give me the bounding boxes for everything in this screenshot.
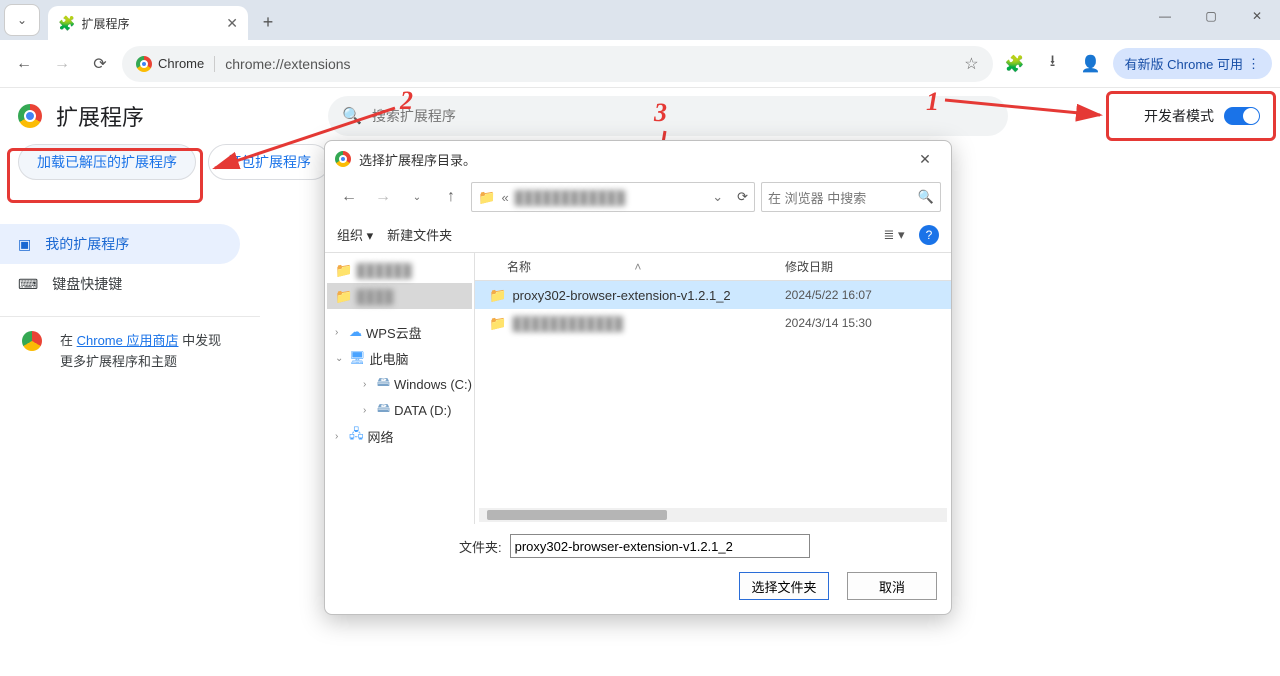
cancel-button[interactable]: 取消 [847, 572, 937, 600]
search-icon: 🔍 [342, 106, 362, 126]
tree-item-windows-c[interactable]: ›🖴Windows (C:) [327, 371, 472, 397]
extensions-search[interactable]: 🔍 [328, 96, 1008, 136]
help-icon[interactable]: ? [919, 225, 939, 245]
extensions-sidebar: ▣ 我的扩展程序 ⌨ 键盘快捷键 在 Chrome 应用商店 中发现 更多扩展程… [0, 224, 260, 373]
folder-picker-dialog: 选择扩展程序目录。 ✕ ← → ⌄ ↑ 📁 « ████████████ ⌄ ⟳… [324, 140, 952, 615]
tree-item-network[interactable]: ›🖧网络 [327, 423, 472, 449]
annotation-number-3: 3 [654, 98, 667, 128]
back-button[interactable]: ← [8, 48, 40, 80]
chrome-web-store-link[interactable]: Chrome 应用商店 [77, 333, 179, 348]
folder-icon: 📁 [489, 315, 506, 332]
dialog-search[interactable]: 在 浏览器 中搜索 🔍 [761, 182, 941, 212]
sidebar-store-link: 在 Chrome 应用商店 中发现 更多扩展程序和主题 [0, 316, 260, 373]
extensions-icon[interactable]: 🧩 [999, 48, 1031, 80]
tree-item-data-d[interactable]: ›🖴DATA (D:) [327, 397, 472, 423]
stack-icon: ▣ [18, 236, 31, 253]
update-chip-label: 有新版 Chrome 可用 [1125, 54, 1243, 73]
dialog-toolbar: 组织 ▾ 新建文件夹 ≣ ▾ ? [325, 217, 951, 253]
site-chip: Chrome [136, 56, 215, 72]
sidebar-item-shortcuts[interactable]: ⌨ 键盘快捷键 [0, 264, 260, 304]
refresh-icon[interactable]: ⟳ [737, 189, 748, 205]
sidebar-item-my-extensions[interactable]: ▣ 我的扩展程序 [0, 224, 240, 264]
organize-menu[interactable]: 组织 ▾ [337, 225, 373, 244]
dialog-nav-row: ← → ⌄ ↑ 📁 « ████████████ ⌄ ⟳ 在 浏览器 中搜索 🔍 [325, 177, 951, 217]
address-bar[interactable]: Chrome chrome://extensions ☆ [122, 46, 993, 82]
tree-item-wps[interactable]: ›☁WPS云盘 [327, 319, 472, 345]
folder-label: 文件夹: [459, 537, 502, 556]
chrome-logo-icon [335, 151, 351, 167]
tree-item-selected[interactable]: 📁████ [327, 283, 472, 309]
tab-title: 扩展程序 [81, 15, 226, 32]
dialog-up-button[interactable]: ↑ [437, 183, 465, 211]
chrome-logo-icon [136, 56, 152, 72]
browser-toolbar: ← → ⟳ Chrome chrome://extensions ☆ 🧩 ⭳ 👤… [0, 40, 1280, 88]
col-date[interactable]: 修改日期 [785, 258, 951, 275]
dialog-titlebar: 选择扩展程序目录。 ✕ [325, 141, 951, 177]
file-date: 2024/3/14 15:30 [785, 316, 951, 330]
new-folder-button[interactable]: 新建文件夹 [387, 225, 452, 244]
window-close-button[interactable]: ✕ [1234, 0, 1280, 32]
select-folder-button[interactable]: 选择文件夹 [739, 572, 829, 600]
folder-name-input[interactable] [510, 534, 810, 558]
tab-close-icon[interactable]: ✕ [226, 15, 238, 32]
pack-extension-button[interactable]: 打包扩展程序 [208, 144, 330, 180]
file-name-redacted: ████████████ [512, 316, 623, 331]
window-maximize-button[interactable]: ▢ [1188, 0, 1234, 32]
keyboard-icon: ⌨ [18, 276, 38, 293]
chrome-logo-icon [22, 331, 42, 351]
browser-tab[interactable]: 🧩 扩展程序 ✕ [48, 6, 248, 40]
dialog-title: 选择扩展程序目录。 [359, 150, 901, 169]
tree-item-pc[interactable]: ⌄🖥此电脑 [327, 345, 472, 371]
folder-icon: 📁 [489, 287, 506, 304]
dialog-recent-dropdown[interactable]: ⌄ [403, 183, 431, 211]
file-date: 2024/5/22 16:07 [785, 288, 951, 302]
file-list-header: 名称 ˄ 修改日期 [475, 253, 951, 281]
downloads-icon[interactable]: ⭳ [1037, 48, 1069, 80]
dialog-path-bar[interactable]: 📁 « ████████████ ⌄ ⟳ [471, 182, 755, 212]
reload-button[interactable]: ⟳ [84, 48, 116, 80]
dialog-forward-button[interactable]: → [369, 183, 397, 211]
search-icon: 🔍 [918, 189, 934, 205]
folder-tree: 📁██████ 📁████ ›☁WPS云盘 ⌄🖥此电脑 ›🖴Windows (C… [325, 253, 475, 524]
file-row[interactable]: 📁 ████████████ 2024/3/14 15:30 [475, 309, 951, 337]
dialog-back-button[interactable]: ← [335, 183, 363, 211]
window-minimize-button[interactable]: — [1142, 0, 1188, 32]
dialog-close-button[interactable]: ✕ [909, 145, 941, 173]
extensions-header: 扩展程序 🔍 开发者模式 [0, 88, 1280, 144]
sidebar-item-label: 我的扩展程序 [45, 234, 129, 254]
sidebar-item-label: 键盘快捷键 [52, 274, 122, 294]
forward-button[interactable]: → [46, 48, 78, 80]
profile-avatar-icon[interactable]: 👤 [1075, 48, 1107, 80]
developer-mode-label: 开发者模式 [1144, 106, 1214, 126]
annotation-number-2: 2 [400, 86, 413, 116]
chrome-logo-icon [18, 104, 42, 128]
tab-list-dropdown[interactable]: ⌄ [4, 4, 40, 36]
dialog-footer: 文件夹: 选择文件夹 取消 [325, 524, 951, 614]
file-name: proxy302-browser-extension-v1.2.1_2 [512, 288, 730, 303]
col-name[interactable]: 名称 ˄ [475, 258, 785, 275]
new-tab-button[interactable]: + [254, 8, 282, 36]
bookmark-star-icon[interactable]: ☆ [964, 54, 978, 74]
puzzle-icon: 🧩 [58, 15, 75, 32]
site-chip-label: Chrome [158, 56, 204, 71]
url-text: chrome://extensions [225, 56, 954, 72]
developer-mode-toggle[interactable] [1224, 107, 1260, 125]
tree-item[interactable]: 📁██████ [327, 257, 472, 283]
extensions-search-input[interactable] [372, 108, 994, 124]
dialog-search-placeholder: 在 浏览器 中搜索 [768, 188, 866, 207]
redacted-path: ████████████ [515, 190, 626, 205]
file-list: 名称 ˄ 修改日期 📁 proxy302-browser-extension-v1… [475, 253, 951, 524]
kebab-icon: ⋮ [1247, 56, 1260, 72]
developer-mode: 开发者模式 [1142, 106, 1262, 126]
window-titlebar: ⌄ 🧩 扩展程序 ✕ + — ▢ ✕ [0, 0, 1280, 40]
folder-icon: 📁 [478, 189, 495, 206]
view-menu[interactable]: ≣ ▾ [883, 224, 905, 246]
file-row-selected[interactable]: 📁 proxy302-browser-extension-v1.2.1_2 202… [475, 281, 951, 309]
chrome-update-chip[interactable]: 有新版 Chrome 可用 ⋮ [1113, 48, 1272, 79]
annotation-number-1: 1 [926, 87, 939, 117]
load-unpacked-button[interactable]: 加载已解压的扩展程序 [18, 144, 196, 180]
page-title: 扩展程序 [56, 100, 144, 132]
horizontal-scrollbar[interactable] [479, 508, 947, 522]
